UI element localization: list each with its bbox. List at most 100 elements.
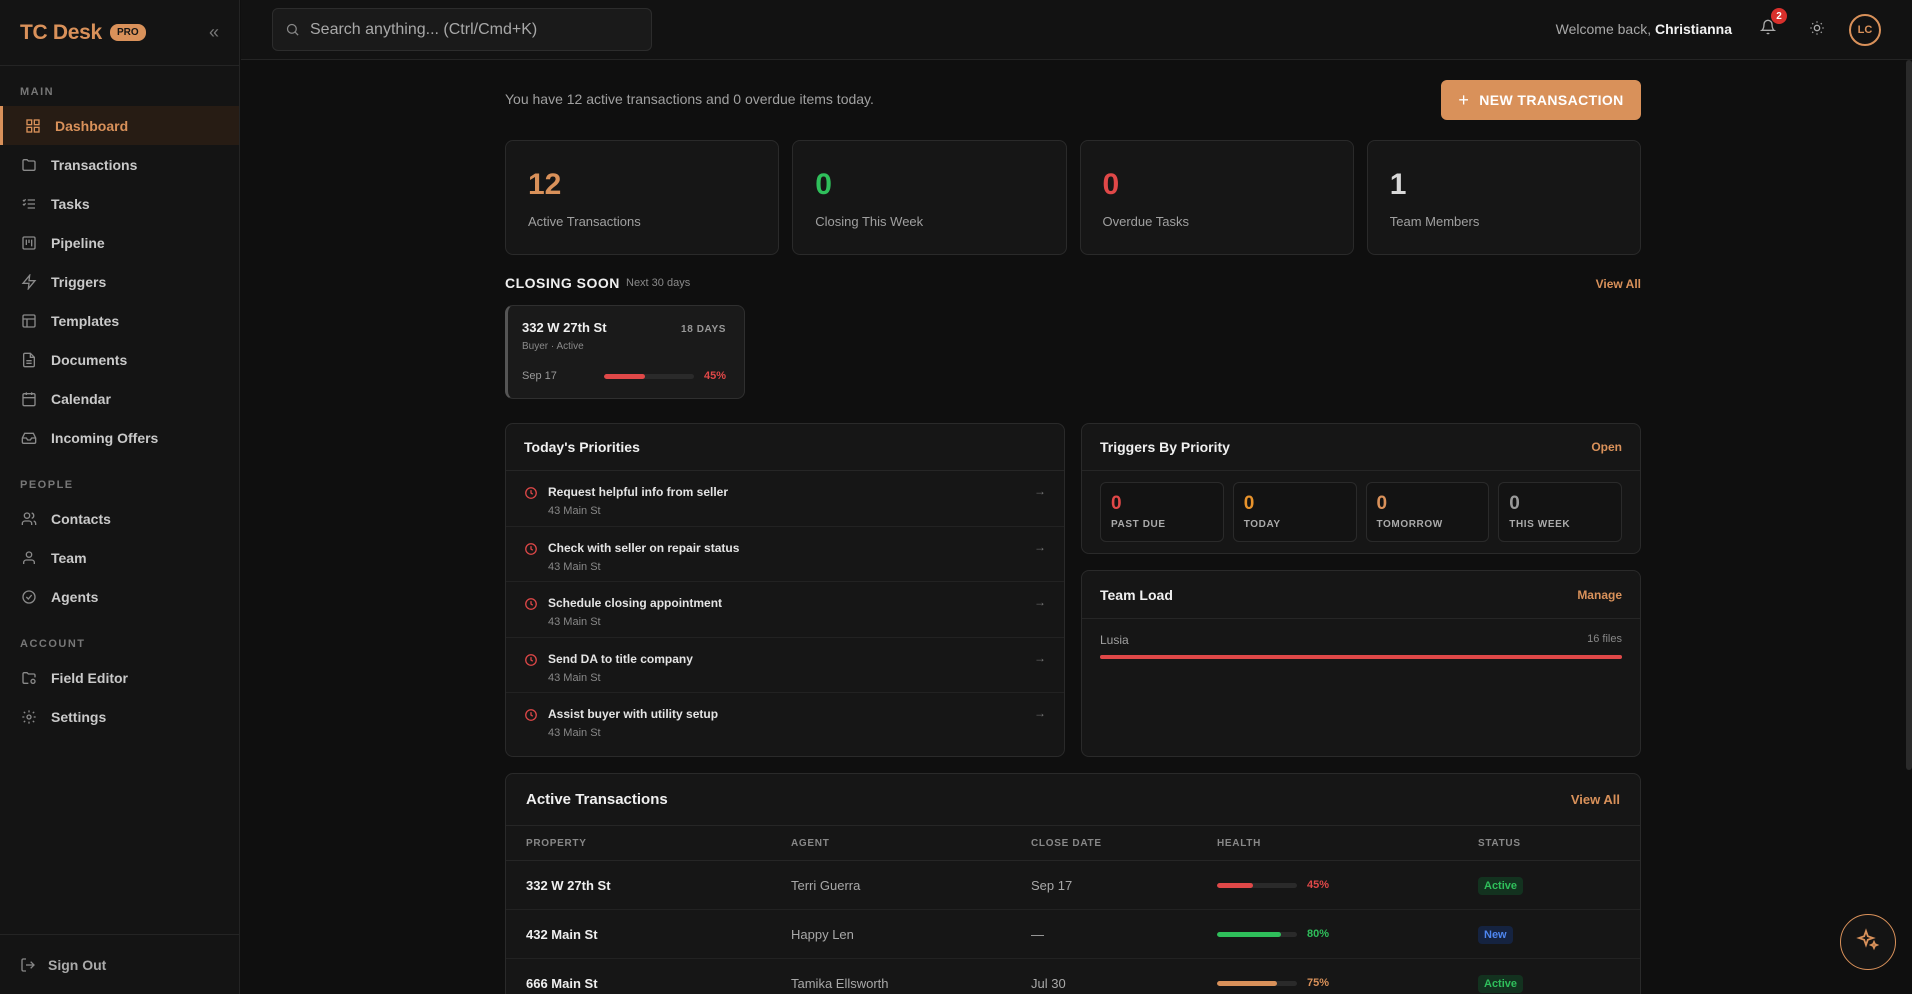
closing-soon-subtitle: Next 30 days [626,277,691,289]
priority-address: 43 Main St [548,727,601,739]
trigger-box-tomorrow[interactable]: 0 TOMORROW [1365,482,1490,542]
col-property[interactable]: PROPERTY [526,838,791,849]
health-fill [1217,931,1281,937]
collapse-sidebar-button[interactable]: « [209,22,219,43]
notifications-button[interactable]: 2 [1759,8,1787,40]
row-close-date: — [1031,926,1044,942]
sun-icon [1809,21,1825,40]
sidebar-item-label: Dashboard [55,117,129,134]
new-transaction-button[interactable]: + NEW TRANSACTION [1441,80,1641,120]
stat-card-overdue-tasks[interactable]: 0 Overdue Tasks [1079,140,1354,255]
row-property[interactable]: 666 Main St [526,976,791,991]
priority-item[interactable]: Request helpful info from seller 43 Main … [506,471,1064,527]
pro-badge: PRO [109,24,146,41]
trigger-count: 0 [1376,493,1388,514]
stat-label: Overdue Tasks [1102,214,1189,229]
table-row[interactable]: 432 Main St Happy Len — 80% New [506,910,1640,959]
nav-section-people: PEOPLE [20,479,74,491]
priority-item[interactable]: Assist buyer with utility setup 43 Main S… [506,693,1064,749]
sidebar-item-calendar[interactable]: Calendar [0,379,239,418]
zap-icon [20,273,38,291]
arrow-right-icon: → [1034,595,1046,609]
col-agent[interactable]: AGENT [791,838,1031,849]
triggers-open-link[interactable]: Open [1591,440,1622,454]
search-box[interactable] [272,8,652,51]
ai-assistant-button[interactable] [1840,914,1896,970]
welcome-prefix: Welcome back, [1555,21,1652,37]
team-load-manage-link[interactable]: Manage [1577,588,1622,602]
sign-out-label: Sign Out [48,956,107,973]
priority-title: Send DA to title company [548,651,693,666]
sidebar-item-agents[interactable]: Agents [0,577,239,616]
stat-value: 0 [1102,168,1120,201]
new-transaction-label: NEW TRANSACTION [1479,92,1624,108]
row-close-date: Jul 30 [1031,975,1066,991]
sidebar-item-settings[interactable]: Settings [0,697,239,736]
clock-icon [524,597,538,637]
sidebar-item-label: Incoming Offers [51,429,159,446]
sidebar-item-documents[interactable]: Documents [0,340,239,379]
table-row[interactable]: 666 Main St Tamika Ellsworth Jul 30 75% Acti… [506,959,1640,994]
inbox-icon [20,429,38,447]
priority-item[interactable]: Send DA to title company 43 Main St → [506,638,1064,693]
todays-priorities-panel: Today's Priorities Request helpful info … [505,423,1065,757]
sidebar-item-contacts[interactable]: Contacts [0,499,239,538]
sidebar-item-templates[interactable]: Templates [0,301,239,340]
closing-card[interactable]: 332 W 27th St 18 DAYS Buyer · Active Sep… [505,305,745,399]
row-health: 80% [1217,928,1478,940]
priority-title: Check with seller on repair status [548,540,740,555]
sign-out-button[interactable]: Sign Out [0,934,239,994]
triggers-title: Triggers By Priority [1100,439,1230,455]
sidebar-item-transactions[interactable]: Transactions [0,145,239,184]
stat-card-closing-this-week[interactable]: 0 Closing This Week [792,140,1067,255]
notification-count-badge: 2 [1771,8,1787,24]
stat-card-active-transactions[interactable]: 12 Active Transactions [505,140,780,255]
status-badge: Active [1478,876,1524,895]
search-input[interactable] [310,20,639,39]
trigger-box-this-week[interactable]: 0 THIS WEEK [1498,482,1622,542]
team-load-row[interactable]: Lusia 16 files [1082,619,1640,673]
sidebar-item-team[interactable]: Team [0,538,239,577]
closing-view-all-link[interactable]: View All [1596,277,1641,291]
closing-card-progress-bar [604,373,694,379]
sidebar-item-label: Settings [51,708,107,725]
team-load-bar [1100,655,1622,659]
scrollbar-thumb[interactable] [1906,60,1912,770]
col-status[interactable]: STATUS [1478,838,1598,849]
layout-icon [20,312,38,330]
priority-address: 43 Main St [548,505,601,517]
priority-address: 43 Main St [548,560,601,573]
sidebar-item-label: Field Editor [51,669,128,686]
theme-toggle-button[interactable] [1809,20,1825,41]
search-icon [285,22,300,37]
row-property[interactable]: 432 Main St [526,927,791,942]
priority-item[interactable]: Schedule closing appointment 43 Main St → [506,582,1064,638]
health-bar [1217,882,1297,888]
priority-title: Assist buyer with utility setup [548,707,719,721]
user-avatar[interactable]: LC [1849,14,1881,46]
row-property[interactable]: 332 W 27th St [526,878,791,893]
trigger-box-past-due[interactable]: 0 PAST DUE [1100,482,1224,542]
trigger-box-today[interactable]: 0 TODAY [1232,482,1357,542]
brand-logo[interactable]: TC Desk [20,21,102,45]
row-agent: Terri Guerra [791,877,861,893]
closing-card-days: 18 DAYS [681,324,726,335]
stat-card-team-members[interactable]: 1 Team Members [1366,140,1641,255]
closing-soon-title: CLOSING SOON [505,275,620,291]
sidebar-item-triggers[interactable]: Triggers [0,262,239,301]
sidebar-item-label: Contacts [51,510,111,527]
gear-icon [20,708,38,726]
sidebar-item-pipeline[interactable]: Pipeline [0,223,239,262]
sidebar-item-dashboard[interactable]: Dashboard [0,106,239,145]
user-name: Christianna [1654,21,1732,37]
sidebar-item-field-editor[interactable]: Field Editor [0,658,239,697]
col-close-date[interactable]: CLOSE DATE [1031,838,1217,849]
sidebar-item-incoming-offers[interactable]: Incoming Offers [0,418,239,457]
priority-item[interactable]: Check with seller on repair status 43 Mai… [506,527,1064,582]
health-fill [1217,882,1253,888]
col-health[interactable]: HEALTH [1217,838,1478,849]
table-row[interactable]: 332 W 27th St Terri Guerra Sep 17 45% Active [506,861,1640,910]
sidebar-item-tasks[interactable]: Tasks [0,184,239,223]
active-transactions-view-all-link[interactable]: View All [1571,792,1620,807]
folder-icon [20,156,38,174]
